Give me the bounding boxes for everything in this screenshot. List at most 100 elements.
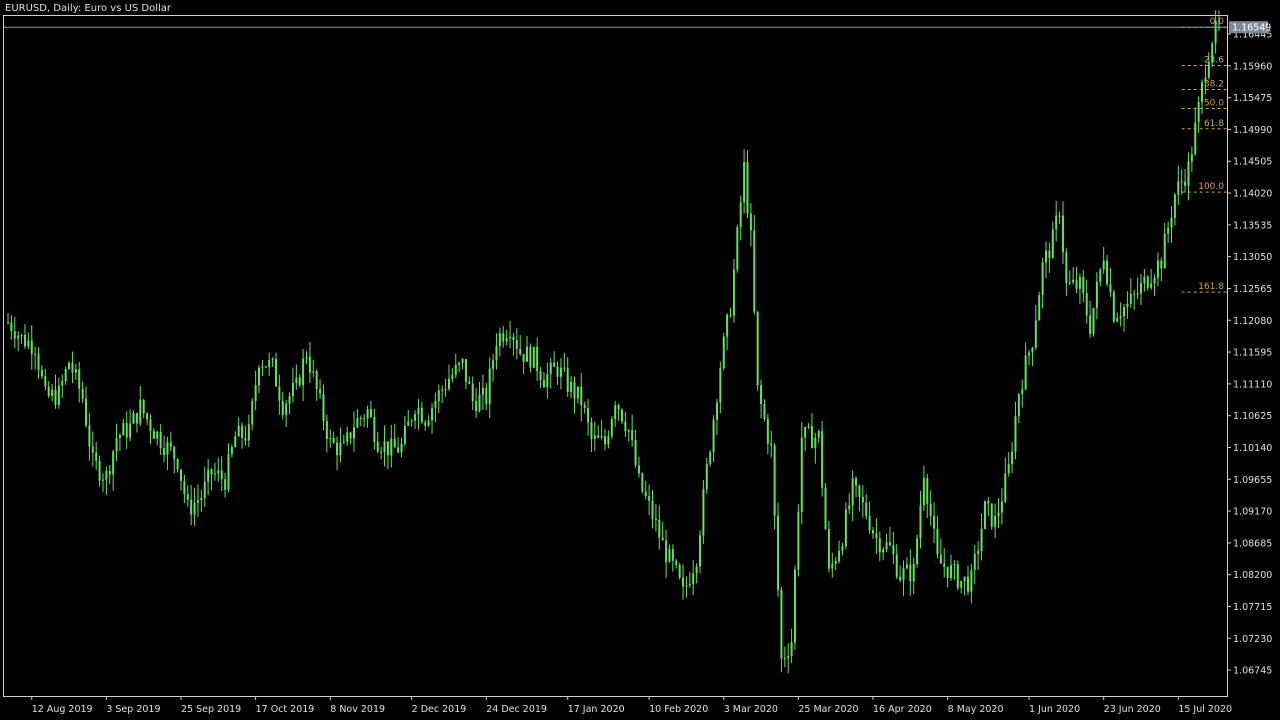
candle (196, 484, 199, 518)
candle (1051, 221, 1054, 259)
candle (366, 405, 369, 429)
candle (1099, 268, 1102, 287)
price-tick-label: 1.15475 (1233, 93, 1272, 104)
candle (264, 366, 267, 369)
candle (1133, 289, 1136, 311)
candle (1184, 169, 1187, 193)
candle (715, 398, 718, 436)
time-axis[interactable]: 12 Aug 2019 3 Sep 2019 25 Sep 2019 17 Oct 2… (31, 696, 1232, 715)
candle (960, 580, 963, 594)
candle (10, 315, 13, 340)
price-tick-label: 1.09170 (1233, 507, 1272, 518)
candle (1194, 107, 1197, 156)
candle (112, 449, 115, 491)
candle (180, 469, 182, 491)
candle (156, 430, 159, 446)
candle (471, 376, 474, 410)
candle (665, 530, 668, 578)
candle (559, 358, 562, 390)
candle (688, 571, 691, 588)
candle (1055, 200, 1058, 242)
candle (373, 408, 376, 450)
price-tick-label: 1.06745 (1233, 666, 1272, 677)
candle (756, 311, 759, 391)
candle (37, 347, 40, 379)
time-tick-label: 3 Sep 2019 (106, 704, 160, 715)
candle (936, 516, 939, 559)
candle (1129, 278, 1132, 308)
candle (1072, 267, 1075, 285)
candle (844, 502, 847, 550)
candle (821, 420, 824, 497)
candle (434, 392, 437, 423)
price-tick-label: 1.10625 (1233, 411, 1272, 422)
candle (848, 493, 851, 514)
time-tick-label: 17 Jan 2020 (568, 704, 625, 715)
candle (902, 560, 905, 596)
price-tick-label: 1.13050 (1233, 252, 1272, 263)
price-tick-label: 1.10140 (1233, 443, 1272, 454)
candle (1068, 270, 1071, 285)
candle (804, 426, 807, 452)
price-tick-label: 1.09655 (1233, 475, 1272, 486)
candle (7, 313, 9, 325)
candle (258, 365, 261, 394)
candle (57, 377, 60, 409)
candle (278, 374, 281, 415)
candle (64, 366, 67, 385)
candle (129, 409, 132, 442)
candle (861, 485, 864, 518)
candle (872, 527, 874, 539)
candle (1123, 303, 1126, 332)
candle (1031, 346, 1034, 366)
candle (108, 464, 111, 485)
fib-level-label: 61.8 (1204, 119, 1224, 129)
candle (125, 411, 128, 449)
price-axis[interactable]: 1.164451.159601.154751.149901.145051.140… (1227, 30, 1272, 677)
time-tick-label: 2 Dec 2019 (412, 704, 467, 715)
candle (329, 429, 332, 448)
candle (437, 384, 440, 414)
candle (583, 401, 586, 414)
candle (990, 503, 993, 530)
candle (790, 628, 793, 663)
price-tick-label: 1.07715 (1233, 602, 1272, 613)
time-tick-label: 8 Nov 2019 (330, 704, 385, 715)
candle (234, 431, 237, 448)
candle (332, 431, 335, 445)
price-tick-label: 1.11595 (1233, 348, 1272, 359)
candle (17, 331, 20, 352)
candle (288, 392, 291, 414)
candle (241, 422, 244, 449)
candle (1109, 268, 1112, 297)
candle (899, 565, 902, 583)
candle (95, 441, 98, 470)
candle (787, 643, 790, 674)
candle (651, 490, 654, 529)
candle (251, 398, 254, 430)
candle (1143, 269, 1146, 292)
candle (573, 376, 576, 414)
candle (51, 383, 54, 402)
candle (369, 401, 372, 419)
candle (695, 563, 698, 584)
candle (346, 426, 349, 446)
candle (933, 502, 936, 544)
candle (183, 474, 186, 503)
candle (135, 412, 138, 433)
candle (827, 520, 830, 573)
time-tick-label: 25 Sep 2019 (181, 704, 241, 715)
candle (997, 498, 1000, 529)
candle (315, 369, 318, 401)
candle (675, 559, 678, 569)
candle (193, 487, 196, 526)
price-tick-label: 1.14020 (1233, 189, 1272, 200)
candle (732, 259, 735, 323)
price-tick-label: 1.15960 (1233, 61, 1272, 72)
candle (1007, 452, 1010, 477)
candle (274, 352, 277, 388)
candle (295, 364, 298, 390)
fib-level-label: 100.0 (1198, 182, 1224, 192)
candle (570, 376, 573, 399)
candle (210, 468, 213, 491)
